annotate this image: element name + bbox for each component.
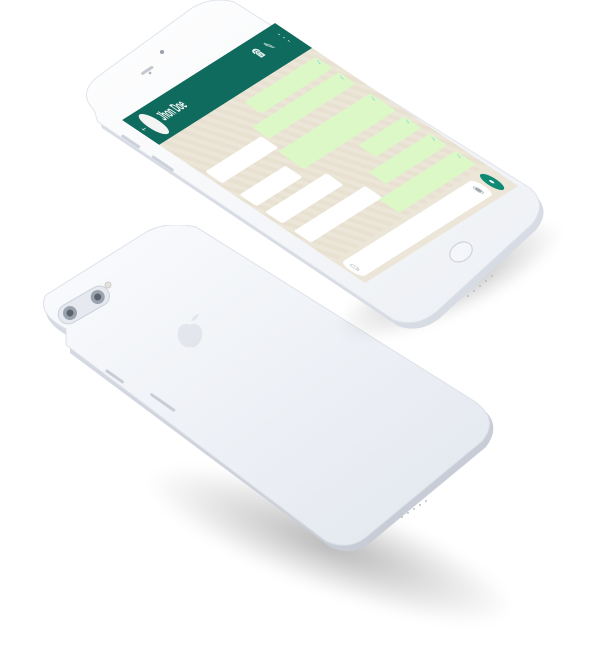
sensor (148, 71, 152, 75)
front-camera (160, 50, 164, 54)
read-tick-icon: ✓ (429, 136, 441, 144)
read-tick-icon: ✓ (403, 118, 415, 127)
camera-icon[interactable]: ◉ (467, 182, 490, 197)
read-tick-icon: ✓ (314, 59, 327, 67)
phone-icon[interactable]: ☎ (249, 47, 273, 63)
read-tick-icon: ✓ (454, 153, 467, 161)
read-tick-icon: ✓ (369, 95, 381, 104)
read-tick-icon: ✓ (337, 74, 349, 83)
scene: ← Jhon Doe ☎ ✎ ⋮ ✓ ✓ ✓ ✓ ✓ ✓ ☺ ◉ ● (0, 0, 600, 670)
